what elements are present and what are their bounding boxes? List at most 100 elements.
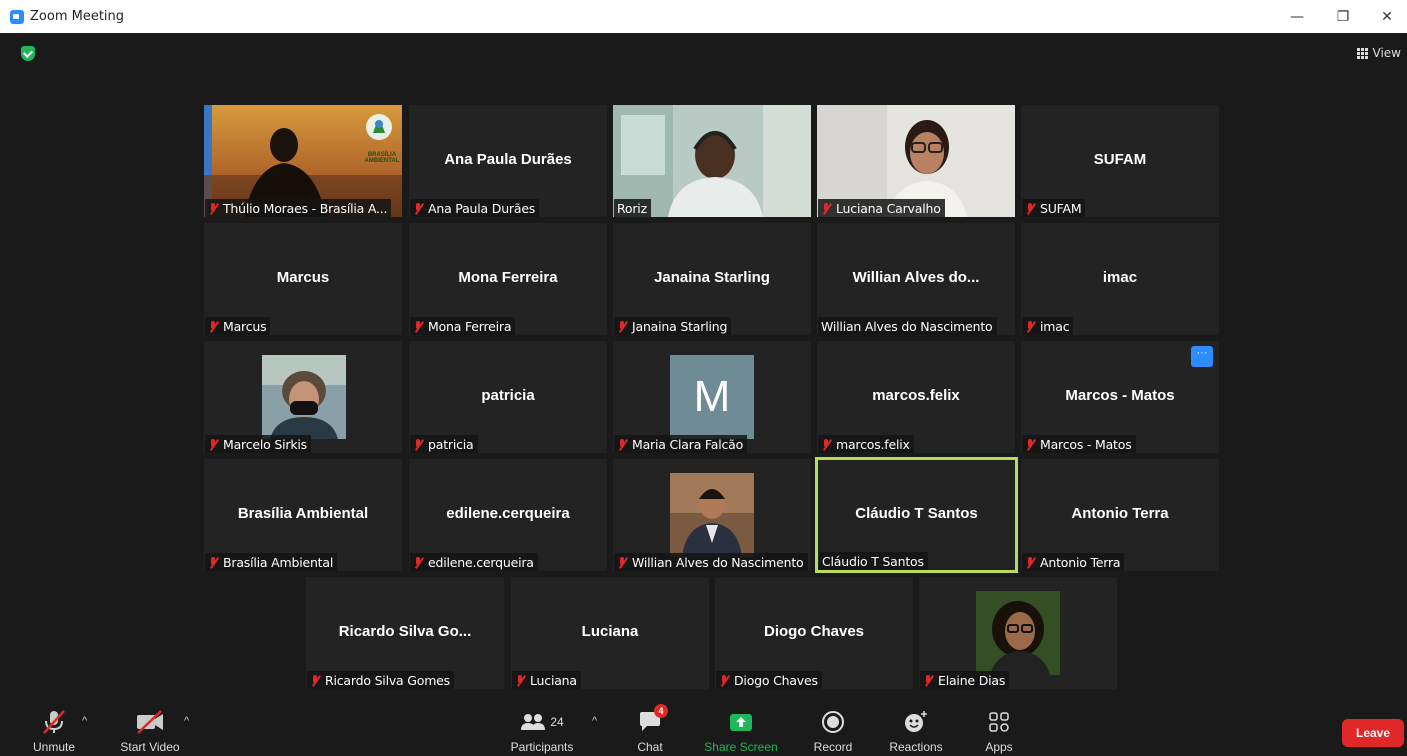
chat-badge: 4 — [654, 704, 668, 718]
participant-tile[interactable]: Diogo Chaves Diogo Chaves — [715, 577, 913, 689]
participant-tile[interactable]: BRASÍLIA AMBIENTAL Thúlio Moraes - Brasí… — [204, 105, 402, 217]
participant-name: Luciana — [512, 671, 581, 689]
participant-name: marcos.felix — [818, 435, 914, 453]
participants-options-caret-icon[interactable]: ^ — [592, 715, 597, 727]
participant-display-name: Diogo Chaves — [763, 623, 865, 640]
video-options-caret-icon[interactable]: ^ — [184, 715, 189, 727]
active-speaker-tile[interactable]: Cláudio T Santos Cláudio T Santos — [815, 457, 1018, 573]
participant-name: Cláudio T Santos — [819, 552, 928, 570]
participant-tile[interactable]: Luciana Carvalho — [817, 105, 1015, 217]
participant-tile[interactable]: Antonio Terra Antonio Terra — [1021, 459, 1219, 571]
brasilia-logo-text: BRASÍLIA AMBIENTAL — [364, 152, 400, 164]
participant-name: Brasília Ambiental — [205, 553, 338, 571]
participant-name: Mona Ferreira — [410, 317, 516, 335]
participant-display-name: Luciana — [581, 623, 639, 640]
muted-mic-icon — [413, 556, 423, 569]
chat-button[interactable]: 4 Chat — [630, 703, 670, 756]
participant-name: Willian Alves do Nascimento — [614, 553, 808, 571]
participant-display-name: SUFAM — [1093, 151, 1147, 168]
more-options-button[interactable]: ··· — [1191, 346, 1213, 367]
participant-tile[interactable]: Luciana Luciana — [511, 577, 709, 689]
window-titlebar: Zoom Meeting — ❐ ✕ — [0, 0, 1407, 33]
participant-name: edilene.cerqueira — [410, 553, 538, 571]
share-screen-label: Share Screen — [704, 740, 778, 754]
chat-icon: 4 — [638, 704, 668, 735]
window-title: Zoom Meeting — [30, 9, 125, 24]
restore-button[interactable]: ❐ — [1323, 0, 1363, 33]
encryption-shield-icon[interactable] — [21, 46, 35, 61]
participants-button[interactable]: 24 Participants — [505, 703, 579, 756]
participant-display-name: Cláudio T Santos — [855, 505, 978, 522]
participant-tile[interactable]: Willian Alves do... Willian Alves do Nas… — [817, 223, 1015, 335]
participant-display-name: Mona Ferreira — [458, 269, 558, 286]
participant-display-name: patricia — [481, 387, 535, 404]
leave-button[interactable]: Leave — [1342, 719, 1404, 747]
muted-mic-icon — [413, 320, 423, 333]
participant-display-name: edilene.cerqueira — [446, 505, 570, 522]
participants-count: 24 — [550, 715, 564, 729]
reactions-button[interactable]: Reactions — [886, 703, 946, 756]
muted-mic-icon — [1025, 438, 1035, 451]
participant-name: SUFAM — [1022, 199, 1086, 217]
participant-name: Marcus — [205, 317, 271, 335]
muted-mic-icon — [208, 438, 218, 451]
close-button[interactable]: ✕ — [1367, 0, 1407, 33]
participant-name: Elaine Dias — [920, 671, 1010, 689]
muted-mic-icon — [821, 438, 831, 451]
participant-display-name: Janaina Starling — [654, 269, 770, 286]
participant-tile[interactable]: Marcus Marcus — [204, 223, 402, 335]
participant-tile[interactable]: edilene.cerqueira edilene.cerqueira — [409, 459, 607, 571]
share-screen-button[interactable]: Share Screen — [703, 703, 779, 756]
participant-tile[interactable]: SUFAM SUFAM — [1021, 105, 1219, 217]
participant-tile[interactable]: patricia patricia — [409, 341, 607, 453]
muted-mic-icon — [413, 202, 423, 215]
participant-name: Ana Paula Durães — [410, 199, 540, 217]
start-video-label: Start Video — [120, 740, 180, 754]
participant-name: patricia — [410, 435, 478, 453]
participant-tile[interactable]: Marcelo Sirkis — [204, 341, 402, 453]
muted-mic-icon — [515, 674, 525, 687]
participant-tile[interactable]: Mona Ferreira Mona Ferreira — [409, 223, 607, 335]
record-button[interactable]: Record — [810, 703, 856, 756]
participant-name: Antonio Terra — [1022, 553, 1125, 571]
muted-mic-icon — [617, 556, 627, 569]
muted-mic-icon — [617, 438, 627, 451]
muted-mic-icon — [1025, 320, 1035, 333]
chat-label: Chat — [637, 740, 663, 754]
participants-label: Participants — [510, 740, 574, 754]
participant-name: Thúlio Moraes - Brasília A... — [205, 199, 392, 217]
participant-tile[interactable]: Elaine Dias — [919, 577, 1117, 689]
view-button[interactable]: View — [1356, 44, 1401, 62]
apps-button[interactable]: Apps — [980, 703, 1018, 756]
participant-tile[interactable]: Ricardo Silva Go... Ricardo Silva Gomes — [306, 577, 504, 689]
participant-display-name: Ricardo Silva Go... — [338, 623, 472, 640]
video-off-icon — [135, 709, 165, 735]
muted-mic-icon — [208, 202, 218, 215]
participant-display-name: Brasília Ambiental — [237, 505, 369, 522]
participant-tile[interactable]: Janaina Starling Janaina Starling — [613, 223, 811, 335]
participant-name: imac — [1022, 317, 1074, 335]
participant-display-name: Antonio Terra — [1071, 505, 1169, 522]
apps-icon — [988, 709, 1010, 735]
participant-display-name: Marcos - Matos — [1065, 387, 1175, 404]
minimize-button[interactable]: — — [1277, 0, 1317, 33]
muted-mic-icon — [208, 556, 218, 569]
profile-photo — [976, 591, 1060, 675]
participant-tile[interactable]: imac imac — [1021, 223, 1219, 335]
muted-mic-icon — [413, 438, 423, 451]
profile-photo — [670, 473, 754, 557]
muted-mic-icon — [923, 674, 933, 687]
participant-name: Willian Alves do Nascimento — [818, 317, 997, 335]
participant-tile[interactable]: marcos.felix marcos.felix — [817, 341, 1015, 453]
start-video-button[interactable]: Start Video — [116, 703, 184, 756]
apps-label: Apps — [985, 740, 1013, 754]
participant-tile[interactable]: Ana Paula Durães Ana Paula Durães — [409, 105, 607, 217]
participant-tile[interactable]: Willian Alves do Nascimento — [613, 459, 811, 571]
participant-tile[interactable]: M Maria Clara Falcão — [613, 341, 811, 453]
mic-muted-icon — [41, 709, 67, 735]
participant-tile[interactable]: Roriz — [613, 105, 811, 217]
participant-tile[interactable]: Brasília Ambiental Brasília Ambiental — [204, 459, 402, 571]
audio-options-caret-icon[interactable]: ^ — [82, 715, 87, 727]
participant-tile[interactable]: ··· Marcos - Matos Marcos - Matos — [1021, 341, 1219, 453]
unmute-button[interactable]: Unmute — [30, 703, 78, 756]
